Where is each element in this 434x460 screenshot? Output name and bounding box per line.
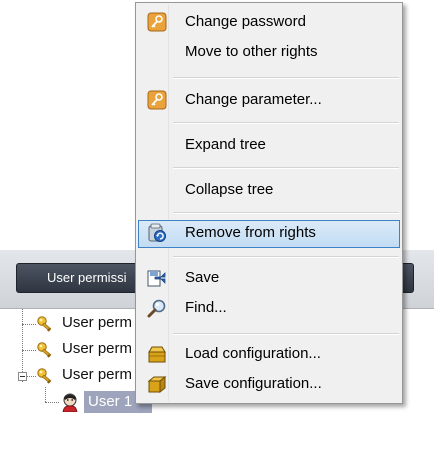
menu-item-label: Collapse tree (185, 181, 274, 198)
tree-connector (45, 402, 59, 403)
tree-item-label: User perm (62, 314, 133, 331)
magnifier-icon (147, 298, 167, 318)
remove-icon (147, 223, 167, 243)
menu-item-label: Move to other rights (185, 43, 318, 60)
box-closed-icon (147, 374, 167, 394)
menu-item-collapse-tree[interactable]: Collapse tree (138, 177, 400, 203)
menu-separator (173, 122, 399, 124)
key-icon (147, 12, 167, 32)
menu-separator (173, 256, 399, 258)
menu-item-label: Load configuration... (185, 345, 321, 362)
menu-item-change-password[interactable]: Change password (138, 9, 400, 35)
menu-item-label: Change password (185, 13, 306, 30)
tree-connector (22, 350, 36, 351)
menu-item-expand-tree[interactable]: Expand tree (138, 132, 400, 158)
key-icon (36, 341, 56, 359)
menu-separator (173, 77, 399, 79)
key-icon (36, 315, 56, 333)
menu-separator (173, 212, 399, 214)
menu-item-label: Save configuration... (185, 375, 322, 392)
box-open-icon (147, 344, 167, 364)
menu-item-save[interactable]: Save (138, 265, 400, 291)
menu-item-label: Save (185, 269, 220, 286)
user-avatar-icon (60, 392, 80, 413)
tree-connector (27, 376, 36, 377)
tree-connector (45, 387, 46, 402)
menu-item-load-configuration[interactable]: Load configuration... (138, 341, 400, 367)
menu-item-remove-from-rights[interactable]: Remove from rights (138, 220, 400, 248)
menu-item-label: Find... (185, 299, 227, 316)
tree-item-label: User perm (62, 366, 133, 383)
menu-item-label: Remove from rights (185, 224, 316, 241)
key-icon (36, 367, 56, 385)
key-icon (147, 90, 167, 110)
save-icon (147, 268, 167, 288)
tree-collapse-toggle[interactable] (18, 372, 27, 381)
menu-item-label: Expand tree (185, 136, 266, 153)
application-window: User permissi User perm User perm User p… (0, 0, 434, 460)
menu-item-move-to-other-rights[interactable]: Move to other rights (138, 39, 400, 65)
menu-separator (173, 333, 399, 335)
context-menu: Change password Move to other rights Cha… (135, 2, 403, 404)
menu-item-save-configuration[interactable]: Save configuration... (138, 371, 400, 397)
tree-connector (22, 324, 36, 325)
menu-item-change-parameter[interactable]: Change parameter... (138, 87, 400, 113)
menu-item-label: Change parameter... (185, 91, 322, 108)
menu-item-find[interactable]: Find... (138, 295, 400, 321)
menu-separator (173, 167, 399, 169)
tree-item-label: User perm (62, 340, 133, 357)
